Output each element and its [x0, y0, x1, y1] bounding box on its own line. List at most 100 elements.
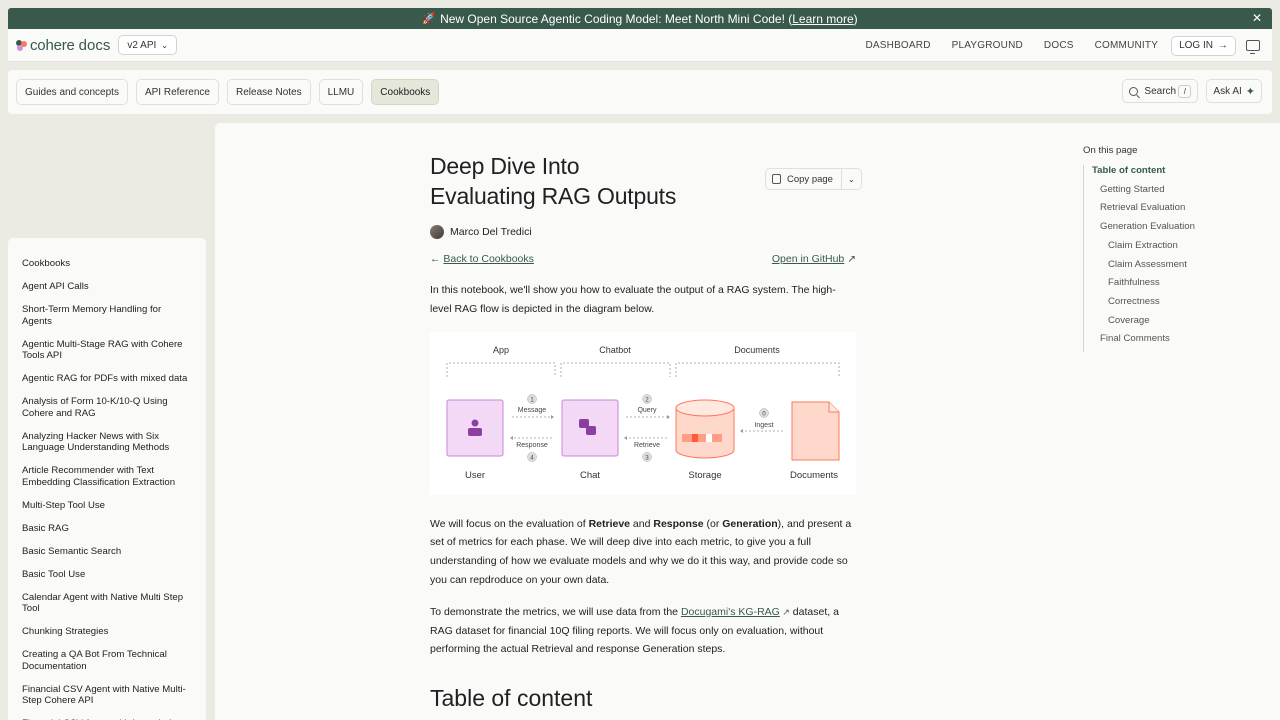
version-label: v2 API [127, 39, 157, 51]
ask-ai-button[interactable]: Ask AI ✦ [1206, 79, 1262, 103]
sidebar-item[interactable]: Agentic RAG for PDFs with mixed data [8, 373, 206, 385]
back-to-cookbooks-link[interactable]: Back to Cookbooks [443, 253, 533, 265]
logo-word: cohere [30, 36, 75, 54]
copy-icon [772, 174, 781, 184]
article-links: ← Back to Cookbooks Open in GitHub ↗ [430, 253, 856, 265]
sidebar-item[interactable]: Analyzing Hacker News with Six Language … [8, 431, 206, 454]
intro-paragraph: In this notebook, we'll show you how to … [430, 284, 836, 315]
rag-diagram-svg: App Chatbot Documents 1 Message Response… [446, 345, 840, 481]
chevron-down-icon[interactable]: ⌄ [842, 175, 861, 184]
sidebar-item[interactable]: Basic Semantic Search [8, 546, 206, 558]
sidebar-item[interactable]: Agentic Multi-Stage RAG with Cohere Tool… [8, 339, 206, 362]
top-navigation: cohere docs v2 API ⌄ DASHBOARD PLAYGROUN… [8, 29, 1272, 62]
group-label-documents: Documents [734, 345, 780, 355]
bold-generation: Generation [722, 517, 778, 530]
bold-response: Response [653, 517, 704, 530]
group-label-chatbot: Chatbot [599, 345, 631, 355]
ask-ai-label: Ask AI [1213, 85, 1242, 97]
sidebar-item[interactable]: Chunking Strategies [8, 626, 206, 638]
on-this-page-heading: On this page [1083, 145, 1138, 156]
title-line-2: Evaluating RAG Outputs [430, 183, 677, 209]
tab-release-notes[interactable]: Release Notes [227, 79, 311, 105]
search-shortcut: / [1178, 84, 1192, 98]
toc-item[interactable]: Faithfulness [1092, 277, 1195, 288]
tab-llmu[interactable]: LLMU [318, 79, 364, 105]
cohere-docs-logo[interactable]: cohere docs [16, 37, 110, 54]
group-label-app: App [493, 345, 509, 355]
sidebar-item[interactable]: Short-Term Memory Handling for Agents [8, 304, 206, 327]
toc-item[interactable]: Claim Extraction [1092, 240, 1195, 251]
arrow-label-message: Message [518, 407, 547, 414]
toc-item[interactable]: Claim Assessment [1092, 259, 1195, 270]
sidebar-item[interactable]: Analysis of Form 10-K/10-Q Using Cohere … [8, 396, 206, 419]
user-icon [471, 419, 479, 427]
nav-link-playground[interactable]: PLAYGROUND [952, 40, 1023, 51]
arrow-right-icon: → [1218, 40, 1228, 51]
tab-guides[interactable]: Guides and concepts [16, 79, 128, 105]
toc-item[interactable]: Coverage [1092, 315, 1195, 326]
tab-cookbooks[interactable]: Cookbooks [371, 79, 440, 105]
cohere-logo-icon [16, 39, 27, 51]
sidebar-item[interactable]: Calendar Agent with Native Multi Step To… [8, 592, 206, 615]
text: To demonstrate the metrics, we will use … [430, 605, 681, 618]
sidebar-item[interactable]: Article Recommender with Text Embedding … [8, 465, 206, 488]
group-bracket-documents [675, 362, 840, 377]
group-bracket-chatbot [560, 362, 671, 377]
node-label-documents: Documents [790, 470, 838, 481]
back-link[interactable]: ← Back to Cookbooks [430, 253, 534, 265]
text: (or [703, 517, 723, 530]
group-bracket-app [446, 362, 556, 377]
search-button[interactable]: Search / [1122, 79, 1199, 103]
login-button[interactable]: LOG IN → [1171, 35, 1236, 56]
section-tabs: Guides and concepts API Reference Releas… [8, 70, 1272, 114]
banner-text: New Open Source Agentic Coding Model: Me… [440, 11, 793, 26]
article: Deep Dive Into Evaluating RAG Outputs Ma… [430, 151, 856, 712]
sparkle-icon: ✦ [1245, 85, 1255, 98]
close-icon[interactable]: ✕ [1252, 11, 1262, 25]
copy-page-main[interactable]: Copy page [766, 169, 842, 189]
toc-item[interactable]: Final Comments [1092, 333, 1195, 344]
toc-item[interactable]: Getting Started [1092, 184, 1195, 195]
section-heading-table-of-content: Table of content [430, 685, 593, 712]
version-selector[interactable]: v2 API ⌄ [118, 35, 177, 55]
nav-link-docs[interactable]: DOCS [1044, 40, 1074, 51]
arrow-label-response: Response [516, 442, 548, 449]
node-label-chat: Chat [580, 470, 600, 481]
monitor-icon[interactable] [1246, 40, 1260, 54]
arrow-label-retrieve: Retrieve [634, 442, 660, 449]
sidebar-item[interactable]: Multi-Step Tool Use [8, 500, 206, 512]
sidebar-item[interactable]: Creating a QA Bot From Technical Documen… [8, 649, 206, 672]
title-line-1: Deep Dive Into [430, 153, 580, 179]
sidebar-item[interactable]: Basic Tool Use [8, 569, 206, 581]
open-in-github-link[interactable]: Open in GitHub [772, 253, 844, 265]
announcement-banner: 🚀 New Open Source Agentic Coding Model: … [8, 8, 1272, 29]
search-label: Search [1144, 85, 1177, 97]
copy-page-button[interactable]: Copy page ⌄ [765, 168, 862, 190]
sidebar-item[interactable]: Financial CSV Agent with Native Multi-St… [8, 684, 206, 707]
banner-suffix: ) [853, 11, 858, 26]
github-link[interactable]: Open in GitHub ↗ [772, 253, 856, 265]
author-row: Marco Del Tredici [430, 225, 856, 239]
storage-bar [682, 433, 722, 442]
logo-docs: docs [78, 36, 111, 54]
sidebar-item[interactable]: Basic RAG [8, 523, 206, 535]
tab-api-reference[interactable]: API Reference [135, 79, 219, 105]
node-label-user: User [465, 470, 485, 481]
toc-item[interactable]: Table of content [1092, 165, 1195, 176]
nav-link-community[interactable]: COMMUNITY [1095, 40, 1158, 51]
bold-retrieve: Retrieve [588, 517, 631, 530]
arrow-label-query: Query [637, 407, 657, 414]
sidebar-item[interactable]: Agent API Calls [8, 281, 206, 293]
author-name: Marco Del Tredici [450, 226, 532, 238]
nav-link-dashboard[interactable]: DASHBOARD [865, 40, 930, 51]
kg-rag-link[interactable]: Docugami's KG-RAG [681, 606, 780, 618]
arrow-label-ingest: Ingest [754, 422, 773, 429]
cookbook-sidebar: Cookbooks Agent API Calls Short-Term Memor… [8, 238, 206, 720]
toc-item[interactable]: Correctness [1092, 296, 1195, 307]
banner-learn-more-link[interactable]: Learn more [792, 12, 853, 26]
toc-item[interactable]: Retrieval Evaluation [1092, 202, 1195, 213]
copy-page-label: Copy page [787, 173, 833, 185]
sidebar-item[interactable]: Cookbooks [8, 258, 206, 270]
text: We will focus on the evaluation of [430, 517, 589, 530]
toc-item[interactable]: Generation Evaluation [1092, 221, 1195, 232]
